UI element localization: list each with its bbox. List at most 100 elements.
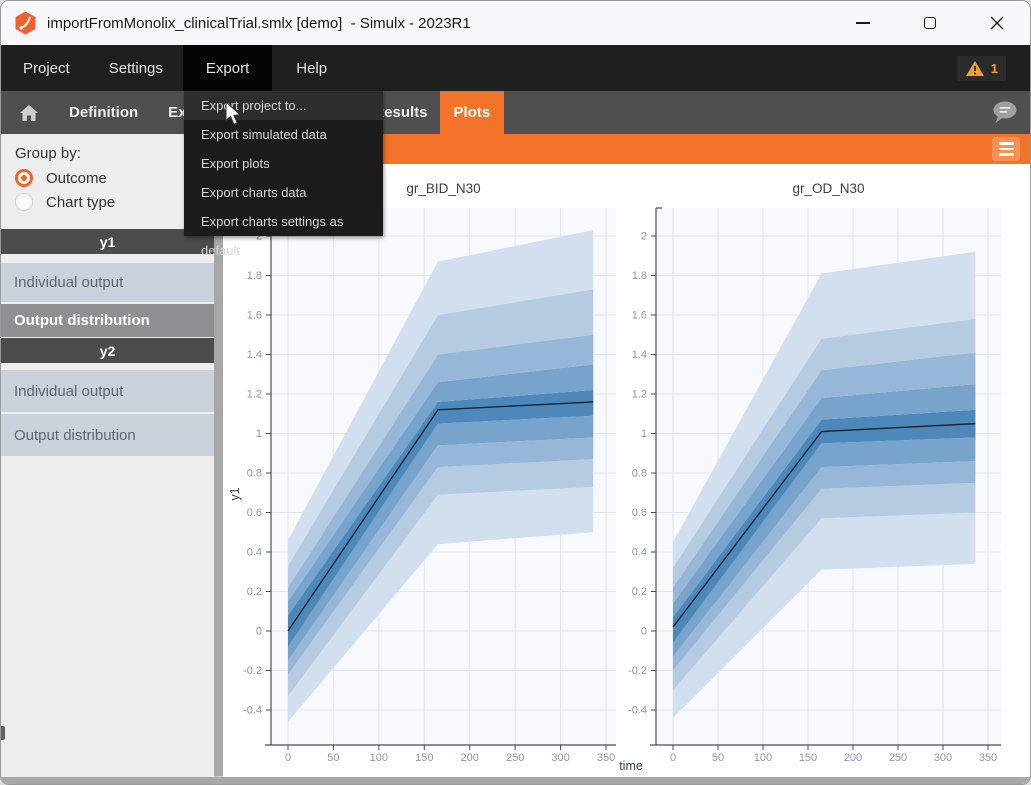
sidebar-item-y2-output-distribution[interactable]: Output distribution: [1, 414, 214, 456]
tab-plots-active[interactable]: Plots: [440, 91, 505, 134]
svg-text:150: 150: [415, 752, 433, 764]
svg-text:0.4: 0.4: [247, 547, 262, 559]
radio-chart-type[interactable]: Chart type: [15, 193, 200, 211]
svg-text:100: 100: [754, 752, 772, 764]
svg-text:0.8: 0.8: [632, 468, 647, 480]
menu-item-export-charts-settings[interactable]: Export charts settings as default: [184, 207, 383, 236]
group-by-label: Group by:: [15, 145, 200, 162]
close-button[interactable]: [963, 1, 1030, 45]
window-bottom-edge: [1, 777, 1030, 784]
svg-text:250: 250: [889, 752, 907, 764]
svg-text:200: 200: [461, 752, 479, 764]
y-axis-label: y1: [228, 487, 242, 500]
menu-settings[interactable]: Settings: [109, 60, 163, 77]
title-bar: importFromMonolix_clinicalTrial.smlx [de…: [1, 1, 1030, 45]
svg-text:250: 250: [506, 752, 524, 764]
svg-text:0.6: 0.6: [632, 507, 647, 519]
menu-bar: Project Settings Export Help 1: [1, 45, 1030, 91]
chart-title: gr_OD_N30: [792, 181, 864, 196]
tab-bar: Definition Exploration Simulation Result…: [1, 91, 1030, 134]
svg-text:350: 350: [979, 752, 997, 764]
window-controls: [829, 1, 1030, 45]
menu-project[interactable]: Project: [23, 60, 70, 77]
svg-text:150: 150: [799, 752, 817, 764]
svg-text:-0.2: -0.2: [243, 665, 262, 677]
menu-item-export-simulated-data[interactable]: Export simulated data: [184, 120, 383, 149]
sidebar-item-y1-individual-output[interactable]: Individual output: [1, 263, 214, 302]
menu-item-export-plots[interactable]: Export plots: [184, 149, 383, 178]
radio-outcome-label: Outcome: [46, 170, 107, 187]
svg-text:1.4: 1.4: [632, 349, 647, 361]
svg-text:0.6: 0.6: [247, 507, 262, 519]
close-icon: [990, 16, 1004, 30]
svg-text:2: 2: [641, 231, 647, 243]
svg-text:0.2: 0.2: [632, 586, 647, 598]
hamburger-icon: [999, 142, 1014, 145]
x-axis-label: time: [619, 759, 643, 773]
plots-menu-button[interactable]: [992, 137, 1020, 161]
simulx-logo-icon: [14, 11, 37, 35]
svg-text:1.6: 1.6: [247, 310, 262, 322]
sidebar-item-y1-output-distribution[interactable]: Output distribution: [1, 304, 214, 337]
svg-text:0.4: 0.4: [632, 547, 647, 559]
mouse-cursor: [225, 102, 247, 126]
menu-item-export-project-to[interactable]: Export project to...: [184, 91, 383, 120]
svg-text:-0.2: -0.2: [628, 665, 647, 677]
menu-export[interactable]: Export: [183, 45, 272, 91]
radio-outcome[interactable]: Outcome: [15, 169, 200, 187]
svg-text:1: 1: [641, 428, 647, 440]
radio-chart-type-label: Chart type: [46, 194, 115, 211]
svg-text:1.2: 1.2: [247, 389, 262, 401]
svg-text:1.8: 1.8: [247, 270, 262, 282]
svg-text:1: 1: [256, 428, 262, 440]
radio-outcome-control[interactable]: [15, 169, 33, 187]
svg-text:0: 0: [641, 626, 647, 638]
svg-text:100: 100: [370, 752, 388, 764]
svg-text:200: 200: [844, 752, 862, 764]
panel-handle[interactable]: [1, 726, 5, 740]
feedback-button[interactable]: [991, 100, 1018, 125]
warning-badge[interactable]: 1: [957, 56, 1006, 81]
svg-text:1.6: 1.6: [632, 310, 647, 322]
svg-text:300: 300: [934, 752, 952, 764]
svg-text:1.4: 1.4: [247, 349, 262, 361]
window-title: importFromMonolix_clinicalTrial.smlx [de…: [47, 15, 471, 32]
plots-canvas[interactable]: 21.81.61.41.210.80.60.40.20-0.2-0.405010…: [223, 164, 1031, 785]
export-dropdown-menu: Export project to... Export simulated da…: [184, 91, 383, 236]
svg-text:0: 0: [256, 626, 262, 638]
svg-text:0.8: 0.8: [247, 468, 262, 480]
sidebar-section-y2[interactable]: y2: [1, 338, 214, 363]
radio-dot: [21, 175, 27, 181]
home-icon: [19, 104, 39, 122]
menu-item-export-charts-data[interactable]: Export charts data: [184, 178, 383, 207]
svg-text:50: 50: [327, 752, 339, 764]
svg-text:300: 300: [551, 752, 569, 764]
app-window: importFromMonolix_clinicalTrial.smlx [de…: [0, 0, 1031, 785]
warning-count: 1: [991, 61, 998, 76]
svg-text:0: 0: [285, 752, 291, 764]
sidebar: Group by: Outcome Chart type y1 Individu…: [1, 134, 214, 785]
svg-text:1.8: 1.8: [632, 270, 647, 282]
sidebar-section-y1[interactable]: y1: [1, 229, 214, 254]
radio-chart-type-control[interactable]: [15, 193, 33, 211]
maximize-icon: [924, 17, 936, 29]
comment-bubble-icon: [991, 100, 1018, 125]
chart-title: gr_BID_N30: [406, 181, 480, 196]
svg-text:1.2: 1.2: [632, 389, 647, 401]
menu-help[interactable]: Help: [296, 60, 327, 77]
maximize-button[interactable]: [896, 1, 963, 45]
sidebar-item-y2-individual-output[interactable]: Individual output: [1, 370, 214, 412]
minimize-button[interactable]: [829, 1, 896, 45]
svg-text:-0.4: -0.4: [628, 705, 647, 717]
svg-text:350: 350: [597, 752, 615, 764]
group-by-panel: Group by: Outcome Chart type: [1, 134, 214, 229]
svg-text:-0.4: -0.4: [243, 705, 262, 717]
content-area: Group by: Outcome Chart type y1 Individu…: [1, 134, 1030, 785]
tab-definition[interactable]: Definition: [69, 104, 138, 121]
svg-text:0: 0: [670, 752, 676, 764]
svg-text:0.2: 0.2: [247, 586, 262, 598]
warning-icon: [965, 60, 985, 77]
minimize-icon: [856, 22, 870, 24]
svg-text:50: 50: [712, 752, 724, 764]
home-button[interactable]: [19, 104, 41, 122]
